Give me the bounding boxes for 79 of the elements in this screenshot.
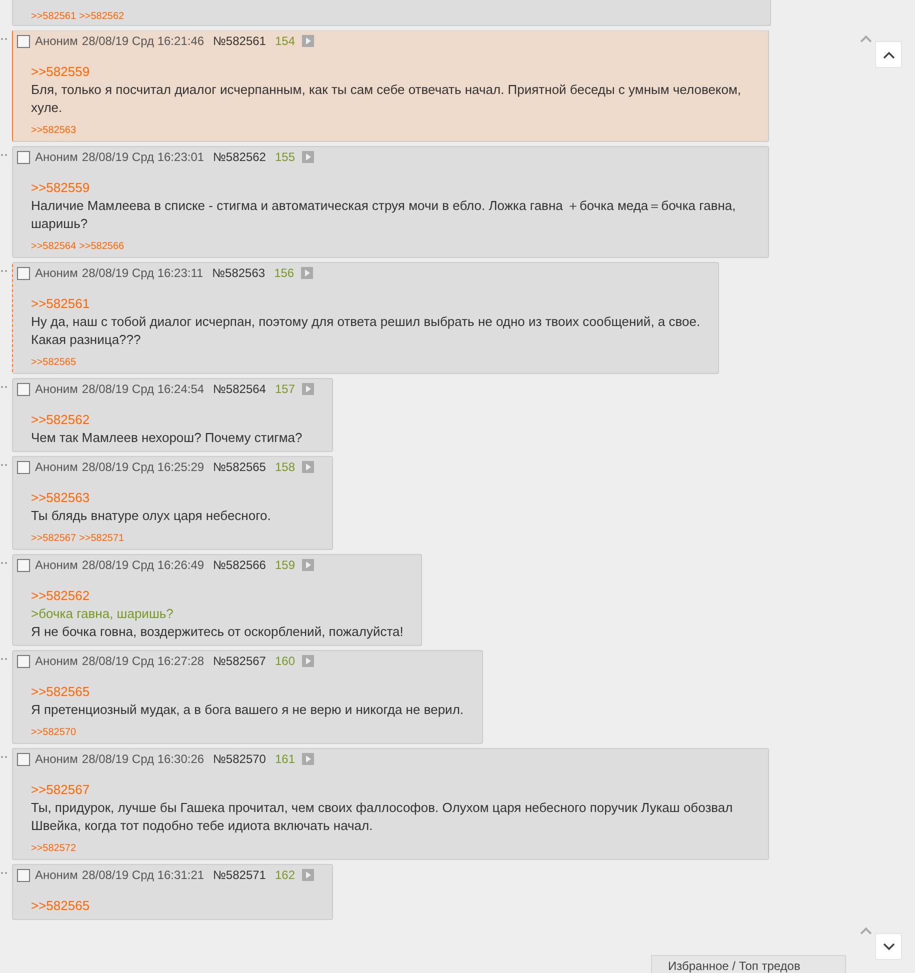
post-number[interactable]: №582571	[213, 868, 266, 882]
reply-link[interactable]: >>582565	[31, 357, 76, 368]
favorites-tab[interactable]: Избранное / Топ тредов	[651, 955, 846, 973]
post-number[interactable]: №582566	[213, 558, 266, 572]
poster-name: Аноним	[35, 34, 78, 48]
poster-name: Аноним	[35, 150, 78, 164]
post-date: 28/08/19 Срд 16:25:29	[82, 460, 204, 474]
post-number[interactable]: №582570	[213, 752, 266, 766]
poster-name: Аноним	[35, 868, 78, 882]
reply-link[interactable]: >>582561	[31, 295, 90, 313]
checkbox[interactable]	[17, 266, 30, 280]
reply-link[interactable]: >>582565	[31, 897, 90, 915]
reply-link[interactable]: >>582562	[31, 587, 90, 605]
post-text: Какая разница???	[31, 331, 142, 349]
poster-name: Аноним	[35, 752, 78, 766]
checkbox[interactable]	[17, 460, 30, 474]
poster-name: Аноним	[35, 266, 78, 280]
scroll-down-button[interactable]	[875, 933, 902, 960]
checkbox[interactable]	[17, 382, 30, 396]
chevron-up-icon	[882, 50, 894, 58]
post-number[interactable]: №582565	[213, 460, 266, 474]
post-count: 159	[274, 558, 295, 572]
post-number[interactable]: №582567	[213, 654, 266, 668]
checkbox[interactable]	[17, 868, 30, 882]
reply-link[interactable]: >>582572	[31, 843, 76, 854]
reply-link[interactable]: >>582566	[79, 241, 124, 252]
post-count: 162	[274, 868, 295, 882]
poster-name: Аноним	[35, 382, 78, 396]
post-date: 28/08/19 Срд 16:31:21	[82, 868, 204, 882]
reply-link[interactable]: >>582563	[31, 125, 76, 136]
post-text: Я претенциозный мудак, а в бога вашего я не верю и никогда не верил.	[31, 701, 464, 719]
reply-link[interactable]: >>582570	[31, 727, 76, 738]
checkbox[interactable]	[17, 34, 30, 48]
post-date: 28/08/19 Срд 16:21:46	[82, 34, 204, 48]
post-text: Ну да, наш с тобой диалог исчерпан, поэтому для ответа решил выбрать не одно из твоих сообщений, а свое.	[31, 313, 700, 331]
reply-link[interactable]: >>582561	[31, 11, 76, 22]
checkbox[interactable]	[17, 654, 30, 668]
reply-link[interactable]: >>582567	[31, 781, 90, 799]
post-count: 161	[274, 752, 295, 766]
post-date: 28/08/19 Срд 16:23:11	[82, 266, 204, 280]
post-text: Бля, только я посчитал диалог исчерпанным, как ты сам себе отвечать начал. Приятной беседы с умным человеком, хуле.	[31, 81, 742, 117]
post-date: 28/08/19 Срд 16:24:54	[82, 382, 204, 396]
reply-link[interactable]: >>582559	[31, 63, 90, 81]
post-text: Наличие Мамлеева в списке - стигма и автоматическая струя мочи в ебло. Ложка гавна ＋бочка меда＝бочка гавна, шаришь?	[31, 197, 737, 233]
post-number[interactable]: №582563	[212, 266, 266, 280]
post-number[interactable]: №582564	[213, 382, 266, 396]
post-text: Ты, придурок, лучше бы Гашека прочитал, чем своих фаллософов. Олухом царя небесного поручик Лукаш обозвал Швейка, когда тот подобно тебе идиота включать начал.	[31, 799, 734, 835]
post-date: 28/08/19 Срд 16:23:01	[82, 150, 204, 164]
post-number[interactable]: №582562	[213, 150, 266, 164]
post-count: 158	[274, 460, 295, 474]
post-count: 156	[274, 266, 294, 280]
post-text: Чем так Мамлеев нехорош? Почему стигма?	[31, 429, 304, 447]
quote-text: >бочка гавна, шаришь?	[31, 605, 174, 623]
checkbox[interactable]	[17, 150, 30, 164]
post-count: 155	[274, 150, 295, 164]
reply-link[interactable]: >>582563	[31, 489, 90, 507]
checkbox[interactable]	[17, 752, 30, 766]
post-count: 154	[274, 34, 295, 48]
reply-link[interactable]: >>582562	[79, 11, 124, 22]
post-number[interactable]: №582561	[213, 34, 266, 48]
poster-name: Аноним	[35, 460, 78, 474]
reply-link[interactable]: >>582567	[31, 533, 76, 544]
reply-link[interactable]: >>582562	[31, 411, 90, 429]
poster-name: Аноним	[35, 654, 78, 668]
post-date: 28/08/19 Срд 16:30:26	[82, 752, 204, 766]
scroll-up-button[interactable]	[875, 41, 902, 68]
reply-link[interactable]: >>582564	[31, 241, 76, 252]
post-text: Ты блядь внатуре олух царя небесного.	[31, 507, 272, 525]
post-text: Я не бочка говна, воздержитесь от оскорблений, пожалуйста!	[31, 623, 404, 641]
checkbox[interactable]	[17, 558, 30, 572]
reply-link[interactable]: >>582565	[31, 683, 90, 701]
post-count: 160	[274, 654, 295, 668]
post-count: 157	[274, 382, 295, 396]
post-date: 28/08/19 Срд 16:27:28	[82, 654, 204, 668]
chevron-down-icon	[882, 942, 894, 950]
poster-name: Аноним	[35, 558, 78, 572]
post-date: 28/08/19 Срд 16:26:49	[82, 558, 204, 572]
reply-link[interactable]: >>582559	[31, 179, 90, 197]
reply-link[interactable]: >>582571	[79, 533, 124, 544]
